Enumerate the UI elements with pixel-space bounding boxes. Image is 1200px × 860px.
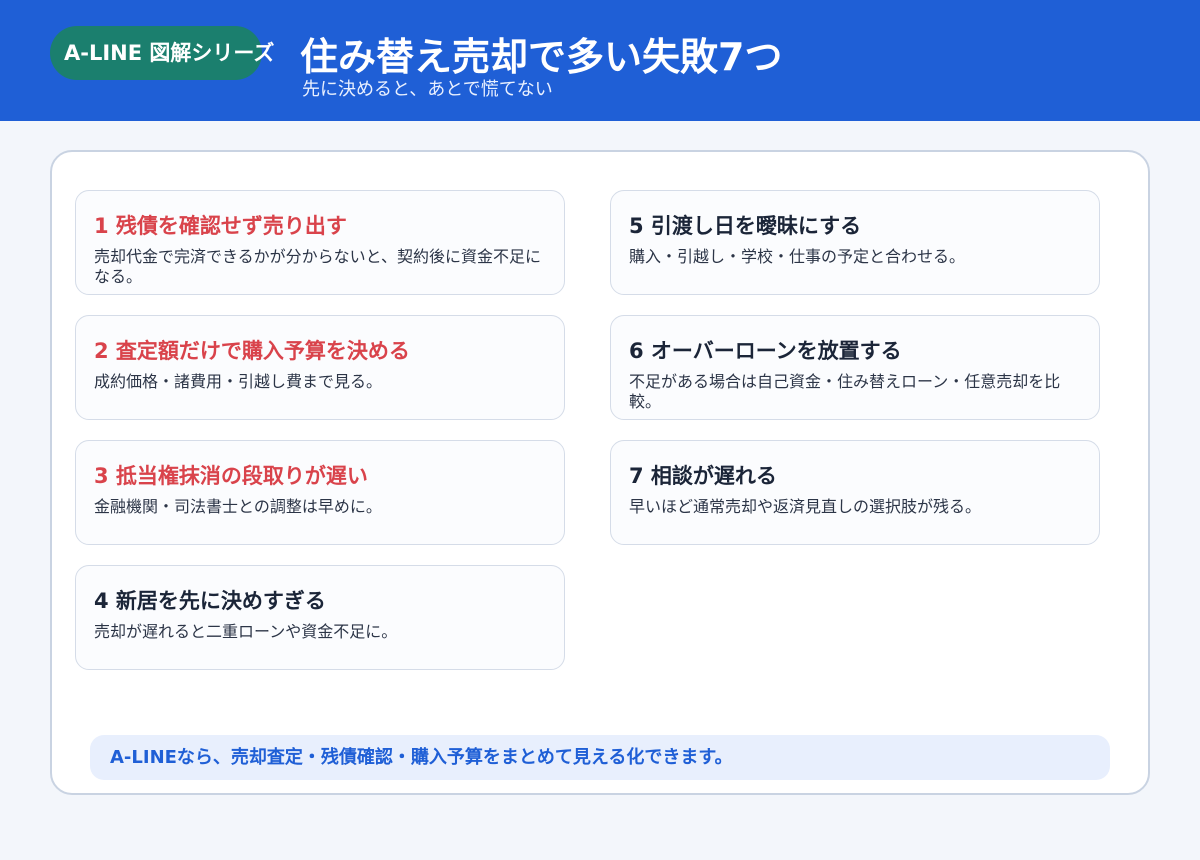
mistake-title: 2 査定額だけで購入予算を決める — [94, 339, 410, 363]
mistake-title: 5 引渡し日を曖昧にする — [629, 214, 862, 238]
mistake-description: 不足がある場合は自己資金・住み替えローン・任意売却を比較。 — [629, 372, 1061, 411]
mistake-card-1: 1 残債を確認せず売り出す 売却代金で完済できるかが分からないと、契約後に資金不… — [75, 190, 565, 295]
footer-callout: A-LINEなら、売却査定・残債確認・購入予算をまとめて見える化できます。 — [90, 735, 1110, 780]
mistake-card-7: 7 相談が遅れる 早いほど通常売却や返済見直しの選択肢が残る。 — [610, 440, 1100, 545]
mistake-card-2: 2 査定額だけで購入予算を決める 成約価格・諸費用・引越し費まで見る。 — [75, 315, 565, 420]
mistake-title: 6 オーバーローンを放置する — [629, 339, 902, 363]
page-subtitle: 先に決めると、あとで慌てない — [302, 79, 553, 100]
mistake-title: 4 新居を先に決めすぎる — [94, 589, 326, 613]
mistake-title: 3 抵当権抹消の段取りが遅い — [94, 464, 368, 488]
mistake-card-3: 3 抵当権抹消の段取りが遅い 金融機関・司法書士との調整は早めに。 — [75, 440, 565, 545]
mistake-description: 金融機関・司法書士との調整は早めに。 — [94, 497, 382, 516]
mistake-card-5: 5 引渡し日を曖昧にする 購入・引越し・学校・仕事の予定と合わせる。 — [610, 190, 1100, 295]
mistake-card-4: 4 新居を先に決めすぎる 売却が遅れると二重ローンや資金不足に。 — [75, 565, 565, 670]
mistake-description: 購入・引越し・学校・仕事の予定と合わせる。 — [629, 247, 966, 266]
header-banner: A-LINE 図解シリーズ 住み替え売却で多い失敗7つ 先に決めると、あとで慌て… — [0, 0, 1200, 121]
series-badge: A-LINE 図解シリーズ — [50, 26, 274, 80]
mistake-card-6: 6 オーバーローンを放置する 不足がある場合は自己資金・住み替えローン・任意売却… — [610, 315, 1100, 420]
mistake-title: 7 相談が遅れる — [629, 464, 777, 488]
mistake-title: 1 残債を確認せず売り出す — [94, 214, 347, 238]
page-title: 住み替え売却で多い失敗7つ — [300, 35, 783, 79]
mistake-description: 成約価格・諸費用・引越し費まで見る。 — [94, 372, 383, 391]
mistake-description: 早いほど通常売却や返済見直しの選択肢が残る。 — [629, 497, 982, 516]
mistake-description: 売却代金で完済できるかが分からないと、契約後に資金不足になる。 — [94, 247, 542, 286]
mistake-description: 売却が遅れると二重ローンや資金不足に。 — [94, 622, 398, 641]
